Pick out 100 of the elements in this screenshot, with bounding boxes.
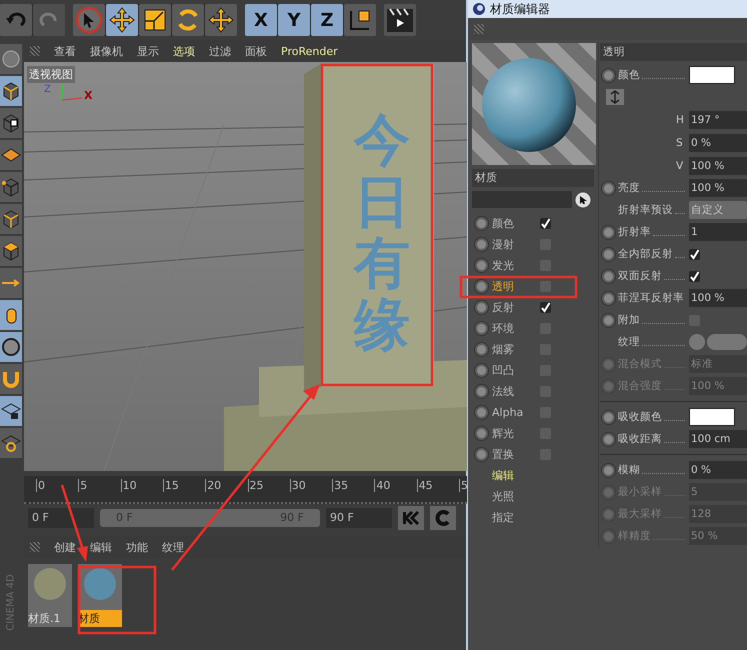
- menu-item[interactable]: 选项: [173, 44, 195, 58]
- menu-item[interactable]: 纹理: [162, 540, 184, 554]
- value-field[interactable]: 100 %: [689, 289, 747, 307]
- move-tool-button[interactable]: [106, 4, 138, 36]
- section-tab[interactable]: 指定: [472, 507, 594, 528]
- menu-item[interactable]: ProRender: [281, 44, 338, 58]
- texture-tool-button[interactable]: [0, 108, 22, 138]
- channel-label[interactable]: 反射: [492, 300, 536, 315]
- radio-icon[interactable]: [602, 68, 615, 82]
- color-swatch[interactable]: [689, 408, 735, 426]
- magnet-tool-button[interactable]: [0, 364, 22, 394]
- checkbox[interactable]: [689, 270, 700, 282]
- rotate-tool-button[interactable]: [172, 4, 204, 36]
- timeline-ruler[interactable]: 0 5 10 15 20 25 30 35 40 45 5: [24, 476, 467, 504]
- texture-slot[interactable]: [707, 334, 747, 350]
- drag-handle[interactable]: [474, 24, 484, 34]
- channel-label[interactable]: 凹凸: [492, 363, 536, 378]
- checkbox[interactable]: [540, 302, 551, 313]
- axis-tool-button[interactable]: [0, 268, 22, 298]
- menu-item[interactable]: 摄像机: [90, 44, 123, 58]
- material-thumbnail[interactable]: 材质.1: [28, 564, 72, 627]
- channel-label[interactable]: 发光: [492, 258, 536, 273]
- channel-label[interactable]: 烟雾: [492, 342, 536, 357]
- menu-item[interactable]: 面板: [245, 44, 267, 58]
- section-tab[interactable]: 编辑: [472, 465, 594, 486]
- color-swatch[interactable]: [689, 66, 735, 84]
- workplane-tool-button[interactable]: [0, 428, 22, 458]
- radio-icon[interactable]: [475, 406, 488, 419]
- value-field[interactable]: 100 cm: [689, 430, 747, 448]
- edges-tool-button[interactable]: [0, 204, 22, 234]
- channel-label[interactable]: 辉光: [492, 426, 536, 441]
- section-tab[interactable]: 光照: [472, 486, 594, 507]
- texture-menu-button[interactable]: [689, 334, 705, 350]
- start-frame-field[interactable]: 0 F: [28, 508, 94, 528]
- radio-icon[interactable]: [475, 364, 488, 377]
- channel-label[interactable]: 漫射: [492, 237, 536, 252]
- axis-lock-button[interactable]: Z: [311, 4, 343, 36]
- radio-icon[interactable]: [475, 217, 488, 230]
- value-field[interactable]: 0 %: [689, 461, 747, 479]
- pointer-icon[interactable]: [575, 192, 591, 208]
- radio-icon[interactable]: [602, 226, 615, 238]
- radio-icon[interactable]: [475, 448, 488, 461]
- menu-item[interactable]: 显示: [137, 44, 159, 58]
- radio-icon[interactable]: [602, 464, 615, 476]
- radio-icon[interactable]: [602, 314, 615, 326]
- snap-tool-button[interactable]: [0, 332, 22, 362]
- mouse-tool-button[interactable]: [0, 300, 22, 330]
- faces-tool-button[interactable]: [0, 236, 22, 266]
- render-button[interactable]: [384, 4, 416, 36]
- go-to-start-button[interactable]: [398, 506, 424, 530]
- transform-tool-button[interactable]: [205, 4, 237, 36]
- value-field[interactable]: 100 %: [689, 156, 747, 174]
- radio-icon[interactable]: [602, 432, 615, 446]
- channel-label[interactable]: 法线: [492, 384, 536, 399]
- radio-icon[interactable]: [475, 238, 488, 251]
- select-tool-button[interactable]: [73, 4, 105, 36]
- menu-item[interactable]: 创建: [54, 540, 76, 554]
- radio-icon[interactable]: [602, 410, 615, 424]
- coordinate-system-button[interactable]: [344, 4, 376, 36]
- radio-icon[interactable]: [602, 292, 615, 304]
- drag-handle[interactable]: [30, 46, 40, 56]
- color-picker-button[interactable]: [606, 89, 624, 105]
- radio-icon[interactable]: [475, 343, 488, 356]
- checkbox[interactable]: [689, 248, 700, 260]
- channel-label[interactable]: 颜色: [492, 216, 536, 231]
- end-frame-field[interactable]: 90 F: [326, 508, 392, 528]
- menu-item[interactable]: 查看: [54, 44, 76, 58]
- radio-icon[interactable]: [475, 385, 488, 398]
- axis-lock-button[interactable]: X: [245, 4, 277, 36]
- scale-tool-button[interactable]: [139, 4, 171, 36]
- channel-label[interactable]: Alpha: [492, 406, 536, 419]
- radio-icon[interactable]: [602, 248, 615, 260]
- radio-icon[interactable]: [475, 259, 488, 272]
- menu-item[interactable]: 功能: [126, 540, 148, 554]
- property-label: 双面反射: [618, 269, 662, 283]
- plane-tool-button[interactable]: [0, 140, 22, 170]
- axis-lock-button[interactable]: Y: [278, 4, 310, 36]
- menu-item[interactable]: 过滤: [209, 44, 231, 58]
- value-field[interactable]: 1: [689, 223, 747, 241]
- value-field[interactable]: 197 °: [689, 110, 747, 128]
- radio-icon[interactable]: [475, 427, 488, 440]
- material-name-field[interactable]: 材质: [472, 169, 594, 187]
- menu-item[interactable]: 编辑: [90, 540, 112, 554]
- checkbox[interactable]: [540, 218, 551, 229]
- radio-icon[interactable]: [475, 280, 488, 293]
- drag-handle[interactable]: [30, 542, 40, 552]
- points-tool-button[interactable]: [0, 172, 22, 202]
- value-field[interactable]: 100 %: [689, 179, 747, 197]
- channel-label[interactable]: 透明: [492, 279, 536, 294]
- radio-icon[interactable]: [475, 322, 488, 335]
- channel-label[interactable]: 环境: [492, 321, 536, 336]
- radio-icon[interactable]: [602, 182, 615, 194]
- cube-tool-button[interactable]: [0, 76, 22, 106]
- loop-button[interactable]: [430, 506, 456, 530]
- lock-tool-button[interactable]: [0, 396, 22, 426]
- channel-label[interactable]: 置换: [492, 447, 536, 462]
- radio-icon[interactable]: [602, 270, 615, 282]
- value-field[interactable]: 0 %: [689, 134, 747, 152]
- undo-button[interactable]: [0, 4, 32, 36]
- radio-icon[interactable]: [475, 301, 488, 314]
